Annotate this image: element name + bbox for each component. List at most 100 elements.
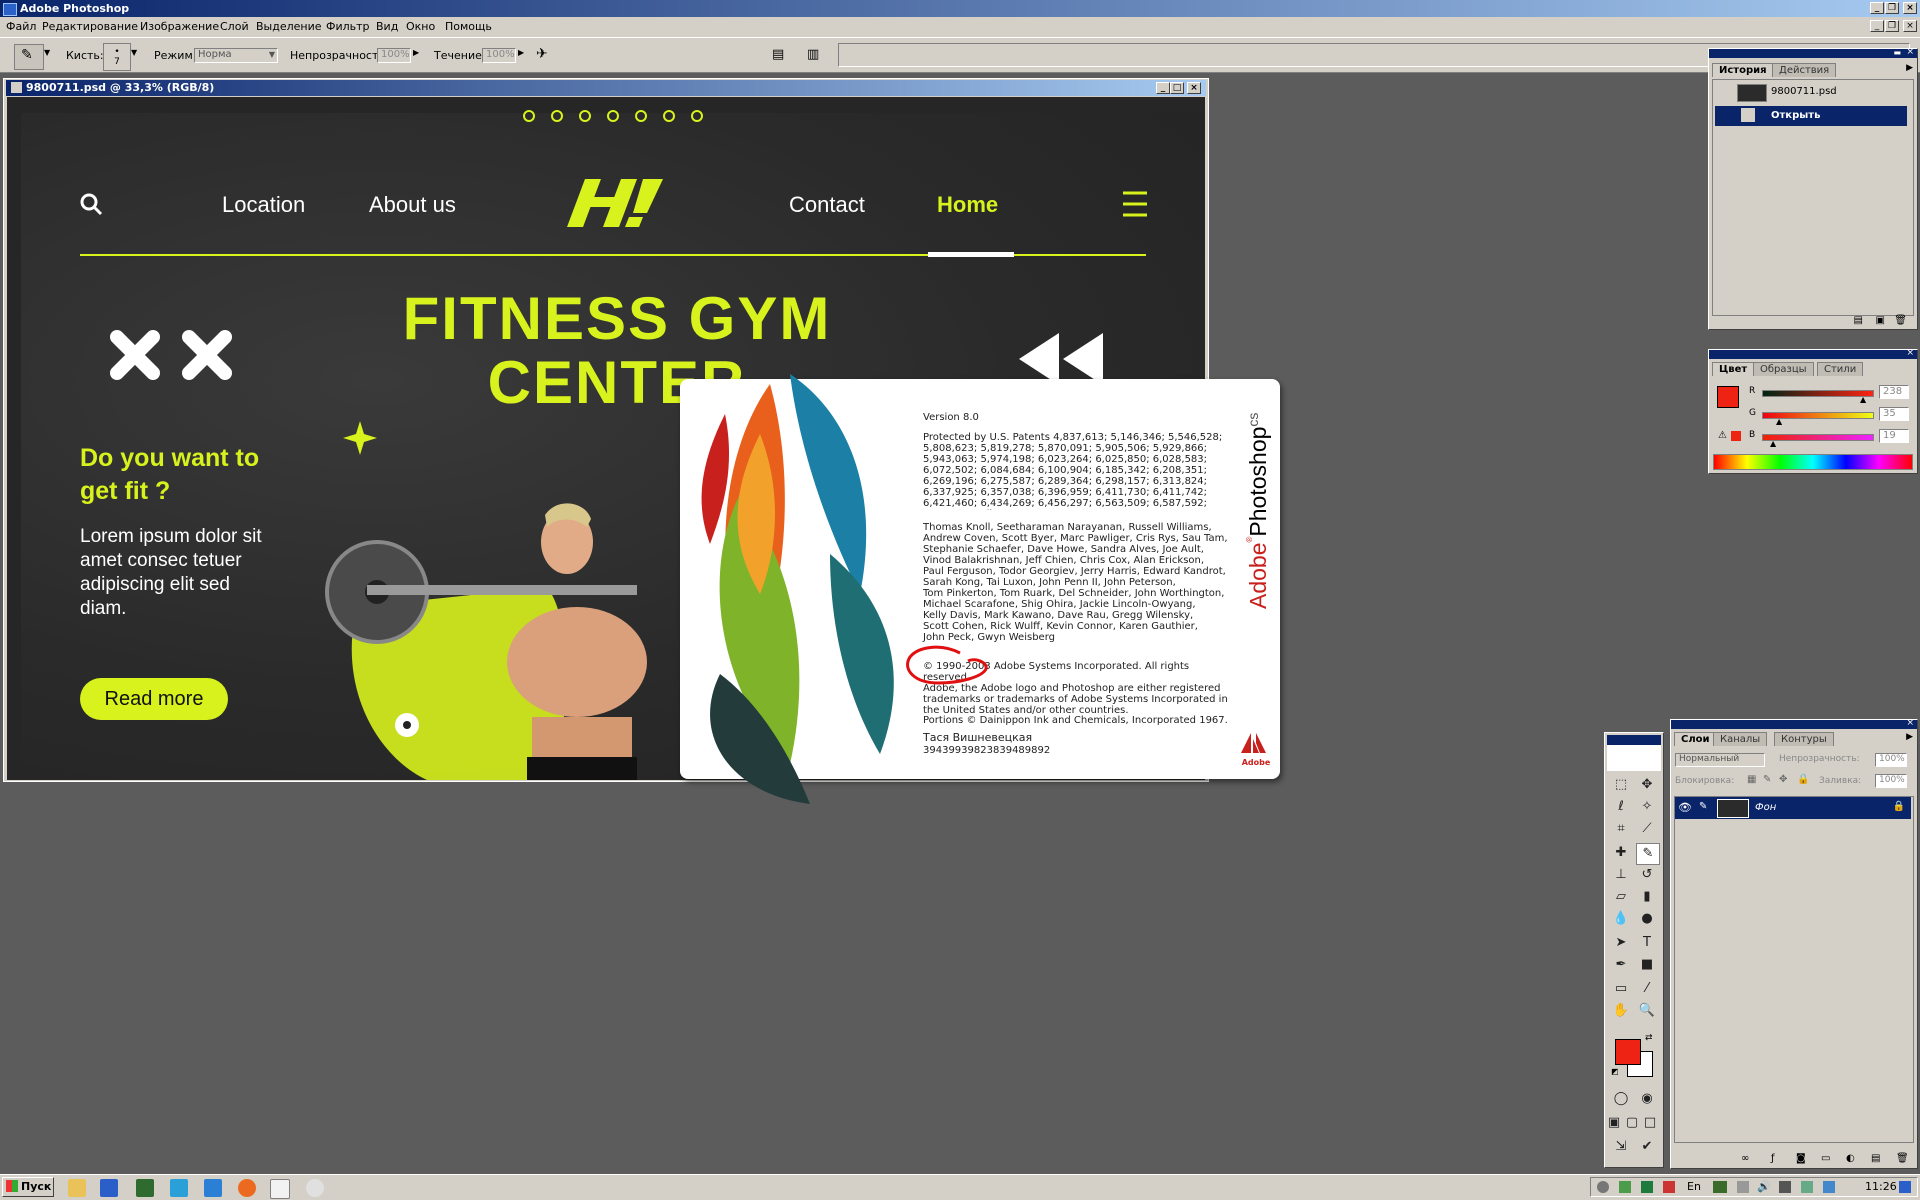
tray-app-icon[interactable] bbox=[1823, 1181, 1835, 1193]
app-grid-icon[interactable] bbox=[100, 1179, 118, 1197]
new-document-icon[interactable]: ▤ bbox=[1854, 315, 1863, 326]
tray-battery-icon[interactable] bbox=[1801, 1181, 1813, 1193]
swap-colors-icon[interactable]: ⇄ bbox=[1645, 1033, 1653, 1043]
b-slider-handle[interactable]: ▲ bbox=[1770, 439, 1776, 448]
path-selection-tool-icon[interactable]: ➤ bbox=[1610, 933, 1632, 953]
dodge-tool-icon[interactable]: ● bbox=[1636, 909, 1658, 929]
layer-mask-icon[interactable]: ◙ bbox=[1796, 1153, 1806, 1164]
panel-close-icon[interactable]: × bbox=[1906, 47, 1914, 57]
tray-shield-icon[interactable] bbox=[1619, 1181, 1631, 1193]
crop-tool-icon[interactable]: ⌗ bbox=[1610, 819, 1632, 839]
doc-restore-button[interactable]: ❐ bbox=[1885, 20, 1899, 32]
blend-mode-select[interactable]: Нормальный bbox=[1675, 753, 1765, 767]
airbrush-icon[interactable]: ✈ bbox=[536, 46, 548, 62]
about-photoshop-dialog[interactable]: Version 8.0 Protected by U.S. Patents 4,… bbox=[680, 374, 1280, 804]
g-value-field[interactable]: 35 bbox=[1879, 407, 1909, 421]
zoom-tool-icon[interactable]: 🔍 bbox=[1636, 1001, 1658, 1021]
blur-tool-icon[interactable]: 💧 bbox=[1610, 909, 1632, 929]
nav-home[interactable]: Home bbox=[937, 192, 998, 218]
tray-network-icon[interactable] bbox=[1597, 1181, 1609, 1193]
tool-preset-picker[interactable]: ✎ bbox=[14, 44, 44, 70]
hamburger-menu-icon[interactable] bbox=[1121, 189, 1149, 219]
brush-size-picker[interactable]: • 7 bbox=[103, 43, 131, 71]
marquee-tool-icon[interactable]: ⬚ bbox=[1610, 775, 1632, 795]
minimize-button[interactable]: _ bbox=[1870, 2, 1884, 14]
foreground-color-swatch[interactable] bbox=[1615, 1039, 1641, 1065]
toolbox-header-feather[interactable] bbox=[1607, 735, 1661, 771]
slice-tool-icon[interactable]: ⟋ bbox=[1636, 819, 1658, 839]
clone-stamp-tool-icon[interactable]: ⊥ bbox=[1610, 865, 1632, 885]
doc-minimize-button[interactable]: _ bbox=[1870, 20, 1884, 32]
history-snapshot[interactable]: 9800711.psd bbox=[1715, 82, 1907, 102]
menu-select[interactable]: Выделение bbox=[256, 20, 322, 33]
panel-menu-arrow-icon[interactable]: ▶ bbox=[1906, 63, 1913, 73]
screen-mode-full-icon[interactable]: □ bbox=[1641, 1113, 1659, 1133]
fill-field[interactable]: 100% bbox=[1875, 774, 1907, 788]
history-brush-tool-icon[interactable]: ↺ bbox=[1636, 865, 1658, 885]
nav-location[interactable]: Location bbox=[222, 192, 305, 218]
brush-tool-icon[interactable]: ✎ bbox=[1636, 843, 1660, 865]
tab-actions[interactable]: Действия bbox=[1772, 63, 1837, 77]
menu-help[interactable]: Помощь bbox=[445, 20, 492, 33]
r-slider[interactable] bbox=[1762, 390, 1874, 397]
menu-file[interactable]: Файл bbox=[6, 20, 36, 33]
tab-layers[interactable]: Слои bbox=[1674, 732, 1717, 746]
gamut-swatch[interactable] bbox=[1731, 431, 1741, 441]
panel-close-icon[interactable]: × bbox=[1906, 718, 1914, 728]
menu-edit[interactable]: Редактирование bbox=[42, 20, 138, 33]
lock-position-icon[interactable]: ✥ bbox=[1779, 774, 1787, 785]
read-more-button[interactable]: Read more bbox=[80, 678, 228, 720]
menu-view[interactable]: Вид bbox=[376, 20, 398, 33]
tray-usb-icon[interactable] bbox=[1737, 1181, 1749, 1193]
doc-close-button[interactable]: × bbox=[1903, 20, 1917, 32]
eraser-tool-icon[interactable]: ▱ bbox=[1610, 887, 1632, 907]
gym-logo[interactable] bbox=[567, 177, 667, 229]
screen-mode-standard-icon[interactable]: ▣ bbox=[1605, 1113, 1623, 1133]
mode-select[interactable]: Норма ▼ bbox=[194, 48, 278, 63]
menu-image[interactable]: Изображение bbox=[140, 20, 219, 33]
tab-styles[interactable]: Стили bbox=[1817, 362, 1864, 376]
magic-wand-tool-icon[interactable]: ✧ bbox=[1636, 797, 1658, 817]
b-slider[interactable] bbox=[1762, 434, 1874, 441]
hand-tool-icon[interactable]: ✋ bbox=[1610, 1001, 1632, 1021]
g-slider-handle[interactable]: ▲ bbox=[1776, 417, 1782, 426]
color-ramp[interactable] bbox=[1713, 454, 1913, 470]
monitor-icon[interactable] bbox=[136, 1179, 154, 1197]
palette-well-icon[interactable]: ▥ bbox=[807, 47, 819, 62]
tab-paths[interactable]: Контуры bbox=[1774, 732, 1834, 746]
trash-icon[interactable]: 🗑 bbox=[1896, 1153, 1909, 1164]
lock-transparency-icon[interactable]: ▦ bbox=[1747, 774, 1756, 785]
gamut-warning-icon[interactable]: ⚠ bbox=[1718, 430, 1727, 441]
clock-app-icon[interactable] bbox=[306, 1179, 324, 1197]
chevron-right-icon[interactable]: ▶ bbox=[413, 48, 419, 57]
history-item[interactable]: Открыть bbox=[1715, 106, 1907, 126]
chevron-right-icon[interactable]: ▶ bbox=[518, 48, 524, 57]
tray-excel-icon[interactable] bbox=[1641, 1181, 1653, 1193]
new-layer-icon[interactable]: ▤ bbox=[1871, 1153, 1880, 1164]
trash-icon[interactable]: 🗑 bbox=[1894, 315, 1907, 326]
document-minimize-button[interactable]: _ bbox=[1156, 82, 1170, 94]
folder-icon[interactable] bbox=[68, 1179, 86, 1197]
tray-language[interactable]: En bbox=[1687, 1180, 1701, 1193]
b-value-field[interactable]: 19 bbox=[1879, 429, 1909, 443]
foreground-color-swatch[interactable] bbox=[1717, 386, 1739, 408]
eyedropper-tool-icon[interactable]: ⁄ bbox=[1636, 979, 1658, 999]
firefox-icon[interactable] bbox=[238, 1179, 256, 1197]
edit-imageready-icon[interactable]: ✔ bbox=[1636, 1137, 1658, 1157]
layer-style-icon[interactable]: ƒ bbox=[1771, 1153, 1775, 1164]
layer-row[interactable]: 👁 ✎ Фон 🔒 bbox=[1675, 797, 1911, 819]
tab-swatches[interactable]: Образцы bbox=[1753, 362, 1814, 376]
new-group-icon[interactable]: ▭ bbox=[1821, 1153, 1830, 1164]
panel-close-icon[interactable]: × bbox=[1906, 348, 1914, 358]
file-browser-icon[interactable]: ▤ bbox=[772, 47, 784, 62]
show-desktop-icon[interactable] bbox=[1899, 1181, 1911, 1193]
shape-tool-icon[interactable]: ■ bbox=[1636, 955, 1658, 975]
nav-contact[interactable]: Contact bbox=[789, 192, 865, 218]
chevron-down-icon[interactable]: ▼ bbox=[44, 48, 50, 57]
telegram-icon[interactable] bbox=[170, 1179, 188, 1197]
layer-opacity-field[interactable]: 100% bbox=[1875, 753, 1907, 767]
tab-color[interactable]: Цвет bbox=[1712, 362, 1755, 376]
tray-display-icon[interactable] bbox=[1779, 1181, 1791, 1193]
new-snapshot-icon[interactable]: ▣ bbox=[1876, 315, 1885, 326]
panel-menu-arrow-icon[interactable]: ▶ bbox=[1906, 732, 1913, 742]
